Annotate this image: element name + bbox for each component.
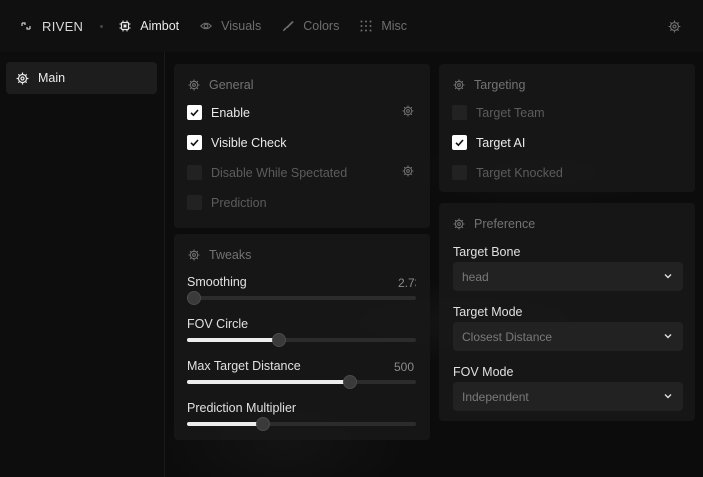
gear-icon (453, 79, 465, 91)
slider-fill (187, 422, 263, 426)
slider-thumb[interactable] (342, 375, 357, 389)
sidebar: Main (0, 52, 165, 477)
gear-icon (188, 249, 200, 261)
brand: RIVEN (20, 19, 83, 34)
targeting-panel: Targeting Target Team Target AI Target K… (439, 64, 695, 192)
slider-label: Prediction Multiplier (187, 401, 297, 415)
panel-title-text: General (209, 78, 254, 92)
chip-icon (119, 20, 131, 32)
field-label: FOV Mode (453, 365, 514, 379)
fov-circle-slider[interactable] (187, 333, 416, 347)
smoothing-slider[interactable] (186, 291, 416, 305)
slider-thumb[interactable] (271, 333, 286, 347)
sidebar-item-main[interactable]: Main (6, 62, 157, 94)
slider-fill (187, 380, 350, 384)
brand-name: RIVEN (42, 18, 84, 34)
max-target-distance-slider[interactable] (187, 375, 416, 389)
fov-mode-select[interactable]: Independent (453, 382, 683, 411)
prediction-checkbox[interactable] (187, 195, 202, 210)
tab-aimbot[interactable]: Aimbot (119, 19, 179, 33)
target-mode-select[interactable]: Closest Distance (453, 322, 683, 351)
enable-settings-gear-icon[interactable] (402, 105, 414, 117)
slider-value: 500 (394, 360, 415, 374)
select-value: Closest Distance (462, 329, 553, 344)
gear-icon (453, 218, 465, 230)
brush-icon (283, 21, 294, 32)
preference-panel: Preference Target Bone head Target Mode … (439, 203, 695, 421)
gear-icon (188, 79, 200, 91)
panel-title-text: Preference (474, 217, 536, 231)
prediction-checkbox-row[interactable]: Prediction (187, 195, 267, 210)
slider-label: FOV Circle (187, 317, 249, 331)
target-bone-select[interactable]: head (453, 262, 683, 291)
field-label: Target Mode (453, 305, 523, 319)
tab-colors[interactable]: Colors (282, 19, 339, 33)
target-ai-checkbox-row[interactable]: Target AI (452, 135, 525, 150)
settings-gear-icon[interactable] (668, 20, 681, 33)
target-knocked-checkbox-row[interactable]: Target Knocked (452, 165, 563, 180)
field-label: Target Bone (453, 245, 521, 259)
disable-while-spectated-checkbox-row[interactable]: Disable While Spectated (187, 165, 347, 180)
visible-check-checkbox[interactable] (187, 135, 202, 150)
panel-title: General (188, 78, 253, 92)
panel-title: Targeting (453, 78, 525, 92)
visible-check-checkbox-row[interactable]: Visible Check (187, 135, 287, 150)
slider-value: 2.73 (398, 276, 416, 290)
crosshair-logo-icon (21, 22, 31, 30)
checkbox-label: Visible Check (211, 135, 287, 150)
panel-title-text: Tweaks (209, 248, 252, 262)
slider-fill (187, 338, 279, 342)
slider-thumb[interactable] (186, 291, 201, 305)
enable-checkbox[interactable] (187, 105, 202, 120)
target-ai-checkbox[interactable] (452, 135, 467, 150)
panel-title-text: Targeting (474, 78, 526, 92)
general-panel: General Enable Visible Check Disable Whi… (174, 64, 430, 228)
chevron-down-icon (664, 334, 672, 339)
checkbox-label: Target Team (476, 105, 545, 120)
checkbox-label: Target Knocked (476, 165, 563, 180)
chevron-down-icon (664, 394, 672, 399)
checkbox-label: Target AI (476, 135, 526, 150)
tweaks-panel: Tweaks Smoothing 2.73 FOV Circle Max Tar… (174, 234, 430, 440)
tab-visuals[interactable]: Visuals (200, 19, 261, 33)
prediction-multiplier-slider[interactable] (187, 417, 416, 431)
top-bar: RIVEN Aimbot Visuals Colors Misc (0, 0, 703, 52)
gear-icon (16, 72, 29, 84)
checkmark-icon (455, 139, 464, 147)
tab-label: Colors (303, 19, 340, 33)
checkmark-icon (190, 139, 199, 147)
target-knocked-checkbox[interactable] (452, 165, 467, 180)
checkbox-label: Disable While Spectated (211, 165, 348, 180)
enable-checkbox-row[interactable]: Enable (187, 105, 250, 120)
chevron-down-icon (664, 274, 672, 279)
panel-title: Preference (453, 217, 535, 231)
target-team-checkbox-row[interactable]: Target Team (452, 105, 545, 120)
slider-label: Max Target Distance (187, 359, 301, 373)
disable-while-spectated-checkbox[interactable] (187, 165, 202, 180)
target-team-checkbox[interactable] (452, 105, 467, 120)
spectated-settings-gear-icon[interactable] (402, 165, 414, 177)
checkbox-label: Prediction (211, 195, 267, 210)
select-value: head (462, 269, 489, 284)
tab-label: Aimbot (140, 19, 180, 33)
checkmark-icon (190, 109, 199, 117)
slider-thumb[interactable] (255, 417, 270, 431)
tab-label: Misc (381, 19, 408, 33)
brand-separator (100, 24, 104, 28)
tab-misc[interactable]: Misc (360, 19, 407, 33)
select-value: Independent (462, 389, 529, 404)
panel-title: Tweaks (188, 248, 251, 262)
slider-label: Smoothing (187, 275, 247, 289)
sidebar-item-label: Main (38, 71, 66, 85)
checkbox-label: Enable (211, 105, 250, 120)
tab-label: Visuals (221, 19, 262, 33)
grid-dots-icon (360, 20, 372, 32)
eye-icon (200, 22, 213, 30)
